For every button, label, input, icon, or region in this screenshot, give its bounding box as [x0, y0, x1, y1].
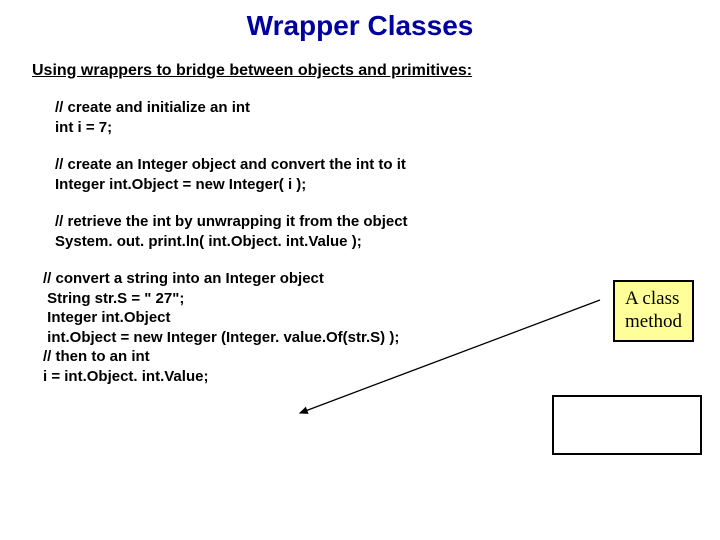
- code-block-1: // create and initialize an int int i = …: [55, 98, 720, 137]
- code-line: // then to an int: [43, 347, 720, 367]
- code-line: // create an Integer object and convert …: [55, 155, 720, 175]
- callout-class-method: A class method: [613, 280, 694, 342]
- empty-box: [552, 395, 702, 455]
- code-line: Integer int.Object = new Integer( i );: [55, 175, 720, 195]
- code-line: i = int.Object. int.Value;: [43, 367, 720, 387]
- code-line: System. out. print.ln( int.Object. int.V…: [55, 232, 720, 252]
- code-line: // retrieve the int by unwrapping it fro…: [55, 212, 720, 232]
- code-line: int i = 7;: [55, 118, 720, 138]
- subtitle: Using wrappers to bridge between objects…: [32, 62, 720, 80]
- callout-line: A class: [625, 288, 682, 311]
- callout-line: method: [625, 311, 682, 334]
- code-block-2: // create an Integer object and convert …: [55, 155, 720, 194]
- page-title: Wrapper Classes: [0, 0, 720, 42]
- code-line: // create and initialize an int: [55, 98, 720, 118]
- code-block-3: // retrieve the int by unwrapping it fro…: [55, 212, 720, 251]
